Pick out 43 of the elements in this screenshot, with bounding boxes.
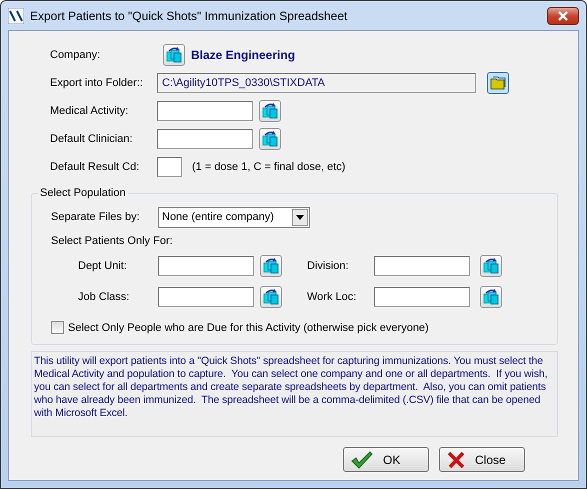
lookup-button[interactable]	[260, 286, 282, 308]
lookup-button[interactable]	[259, 128, 281, 150]
input-field[interactable]	[374, 287, 470, 307]
field-label: Medical Activity:	[49, 105, 130, 117]
lookup-button[interactable]	[259, 100, 281, 122]
field-label: Default Clinician:	[49, 133, 134, 145]
close-icon	[557, 10, 569, 20]
dropdown-arrow-icon	[296, 214, 304, 220]
input-field[interactable]	[157, 129, 253, 149]
input-field[interactable]	[158, 287, 254, 307]
input-field[interactable]	[374, 256, 470, 276]
folder-button[interactable]	[487, 72, 509, 94]
field-label: Dept Unit:	[77, 260, 128, 272]
field-label: Job Class:	[77, 291, 130, 303]
field-label: Division:	[307, 260, 350, 272]
ok-button[interactable]: OK	[343, 447, 429, 472]
field-label: Separate Files by:	[50, 211, 141, 223]
checkbox-label: Select Only People who are Due for this Activity (otherwise pick everyone)	[68, 322, 429, 334]
group-title: Select Population	[39, 187, 127, 199]
lookup-button[interactable]	[480, 286, 502, 308]
hint-text: (1 = dose 1, C = final dose, etc)	[192, 161, 346, 173]
lookup-button[interactable]	[163, 44, 185, 66]
cross-icon	[447, 450, 465, 468]
input-field[interactable]	[158, 256, 254, 276]
field-label: Export into Folder::	[49, 77, 144, 89]
app-icon	[8, 8, 24, 24]
window-title: Export Patients to "Quick Shots" Immunization Spreadsheet	[30, 8, 348, 22]
input-field[interactable]	[157, 157, 182, 177]
field-label: Work Loc:	[307, 291, 358, 303]
company-name: Blaze Engineering	[191, 48, 296, 62]
input-field[interactable]	[157, 101, 253, 121]
close-button[interactable]	[547, 6, 579, 24]
lookup-button[interactable]	[260, 255, 282, 277]
field-label: Company:	[49, 49, 102, 61]
field-label: Default Result Cd:	[49, 161, 140, 173]
checkbox[interactable]	[51, 321, 64, 334]
checkmark-icon	[351, 450, 373, 468]
folder-field[interactable]: C:\Agility10TPS_0330\STIXDATA	[157, 73, 476, 93]
dropdown[interactable]: None (entire company)	[158, 206, 310, 228]
lookup-button[interactable]	[480, 255, 502, 277]
section-label: Select Patients Only For:	[51, 235, 173, 247]
close-button[interactable]: Close	[439, 447, 525, 472]
description-text: This utility will export patients into a "Quick Shots" spreadsheet for capturing immunizations. You must select the Medical Activity and population to capture. You can select one company and one or all departments. If you wish, you can select for all departments and create separate spreadsheets by department. Also, you can omit patients who have already been immunized. The spreadsheet will be a comma-delimited (.CSV) file that can be opened with Microsoft Excel.	[31, 351, 558, 437]
